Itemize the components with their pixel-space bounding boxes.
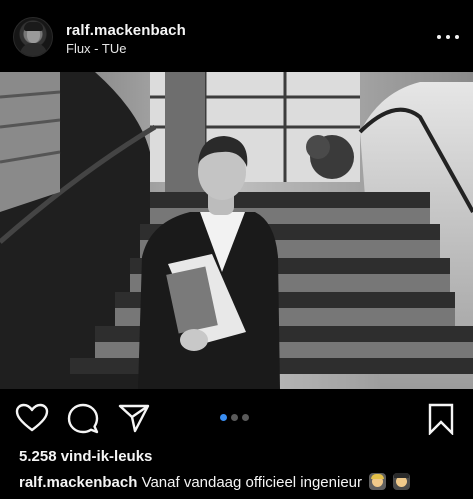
avatar-body [20,43,47,56]
carousel-dot [231,414,238,421]
woman-graduate-emoji [369,473,387,490]
man-graduate-emoji [393,473,411,490]
caption-text: Vanaf vandaag officieel ingenieur [141,474,363,491]
share-icon[interactable] [118,403,150,433]
post-caption: ralf.mackenbach Vanaf vandaag officieel … [19,473,411,491]
photo-image [0,72,473,389]
carousel-indicator [220,414,249,421]
action-bar [0,389,473,447]
carousel-dot [242,414,249,421]
avatar-hair [24,22,43,31]
post-header: ralf.mackenbach Flux - TUe [0,0,473,72]
post-location[interactable]: Flux - TUe [66,41,126,56]
bookmark-icon[interactable] [428,403,454,435]
comment-icon[interactable] [67,403,99,434]
post-username[interactable]: ralf.mackenbach [66,22,186,39]
likes-count[interactable]: 5.258 vind-ik-leuks [19,448,152,465]
carousel-dot-active [220,414,227,421]
caption-username[interactable]: ralf.mackenbach [19,474,137,491]
heart-icon[interactable] [15,403,49,433]
avatar[interactable] [13,17,53,57]
post-photo[interactable] [0,72,473,389]
more-options-icon[interactable] [437,28,459,46]
